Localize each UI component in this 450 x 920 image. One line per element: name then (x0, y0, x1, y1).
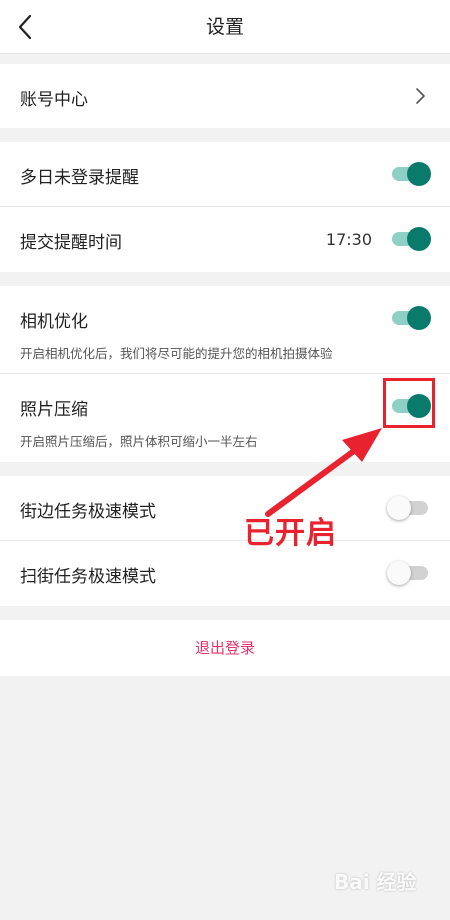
watermark-logo: Bai 经验 (334, 870, 417, 894)
arrow-annotation-icon (265, 428, 382, 517)
annotation-label: 已开启 (244, 516, 337, 551)
